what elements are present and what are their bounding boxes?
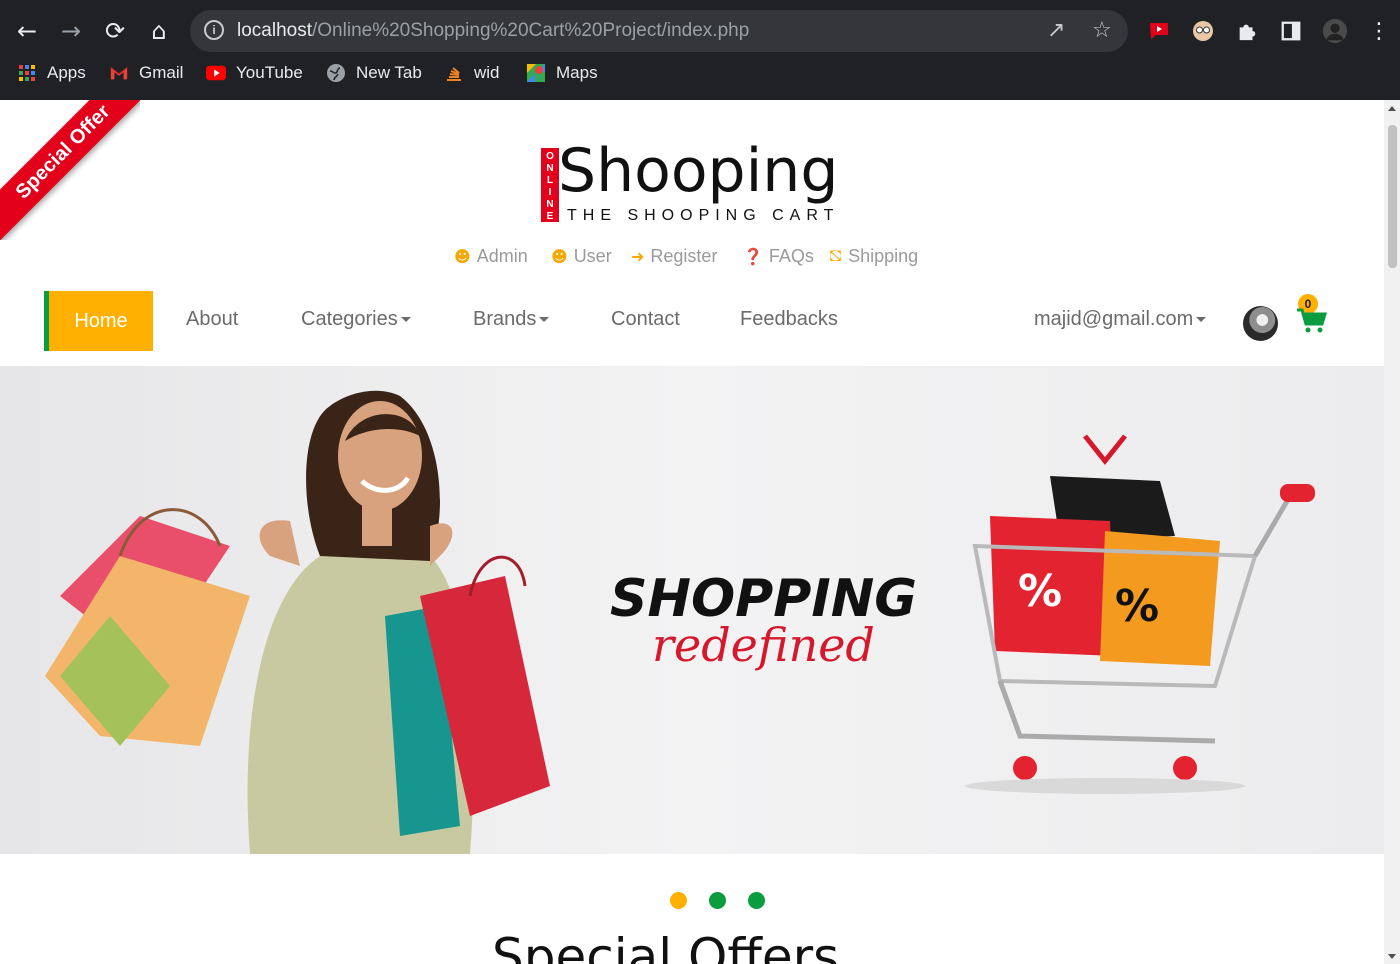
cart-button[interactable]: 0 [1296, 294, 1330, 334]
maps-icon [526, 63, 546, 83]
top-link-register[interactable]: ➜ Register [631, 246, 717, 267]
nav-home[interactable]: Home [44, 291, 153, 351]
extensions-puzzle-icon[interactable] [1234, 18, 1260, 44]
site-info-icon[interactable]: i [204, 20, 224, 40]
logo-title: Shooping [558, 136, 839, 206]
ribbon-label: Special Offer [0, 100, 140, 240]
bookmark-label: wid [474, 63, 500, 82]
carousel-dot-1[interactable] [670, 892, 687, 909]
account-dropdown[interactable]: majid@gmail.com [1034, 308, 1207, 331]
bookmark-maps[interactable]: Maps [526, 63, 598, 83]
web-page: Special Offer ONLINE Shooping THE SHOOPI… [0, 100, 1384, 964]
back-icon[interactable]: ← [10, 14, 44, 48]
top-link-user[interactable]: ☻ User [551, 246, 612, 267]
nav-categories[interactable]: Categories [301, 308, 411, 331]
share-icon[interactable]: ↗ [1047, 18, 1065, 43]
caret-down-icon [539, 317, 550, 323]
globe-icon [326, 63, 346, 83]
bookmark-label: Maps [556, 63, 598, 82]
user-icon: ☻ [454, 247, 471, 266]
nav-about[interactable]: About [186, 308, 238, 331]
extension-red-icon[interactable] [1146, 18, 1172, 44]
stack-icon [444, 63, 464, 83]
caret-down-icon [1196, 317, 1207, 323]
nav-feedbacks[interactable]: Feedbacks [740, 308, 838, 331]
address-bar[interactable]: i localhost/Online%20Shopping%20Cart%20P… [190, 10, 1128, 52]
special-offer-ribbon[interactable]: Special Offer [0, 100, 140, 240]
reload-icon[interactable]: ⟳ [98, 14, 132, 48]
bookmark-label: Apps [47, 63, 86, 82]
section-heading: Special Offers [492, 928, 840, 964]
nav-brands[interactable]: Brands [473, 308, 550, 331]
top-link-faqs[interactable]: ❓ FAQs [743, 246, 814, 267]
browser-chrome: ← → ⟳ ⌂ i localhost/Online%20Shopping%20… [0, 0, 1400, 100]
forward-icon[interactable]: → [54, 14, 88, 48]
carousel-indicators [670, 892, 770, 912]
scroll-down-icon[interactable] [1388, 954, 1396, 959]
bookmarks-bar: Apps Gmail YouTube New Tab wid Maps [0, 60, 1400, 90]
bookmark-label: New Tab [356, 63, 422, 82]
caret-down-icon [400, 317, 411, 323]
gmail-icon [109, 63, 129, 83]
carousel-dot-2[interactable] [709, 892, 726, 909]
scrollbar-thumb[interactable] [1388, 125, 1397, 268]
hero-banner-image: SHOPPING redefined % % [0, 366, 1384, 854]
svg-text:%: % [1115, 581, 1159, 632]
profile-avatar-icon[interactable] [1322, 18, 1348, 44]
main-navbar: Home About Categories Brands Contact Fee… [0, 290, 1384, 352]
bookmark-label: YouTube [236, 63, 303, 82]
star-icon[interactable]: ☆ [1092, 18, 1112, 43]
svg-text:%: % [1018, 566, 1062, 617]
bookmark-new-tab[interactable]: New Tab [326, 63, 422, 83]
hero-banner[interactable]: SHOPPING redefined % % [0, 366, 1384, 854]
logo-tagline: THE SHOOPING CART [567, 207, 840, 224]
top-link-shipping[interactable]: ⛞ Shipping [829, 246, 918, 267]
truck-icon: ⛞ [829, 246, 843, 265]
bookmark-gmail[interactable]: Gmail [109, 63, 183, 83]
url-text: localhost/Online%20Shopping%20Cart%20Pro… [237, 20, 750, 41]
bookmark-youtube[interactable]: YouTube [206, 63, 303, 83]
bookmark-wid[interactable]: wid [444, 63, 500, 83]
page-scrollbar[interactable] [1384, 100, 1400, 964]
apps-grid-icon [17, 63, 37, 83]
youtube-icon [206, 63, 226, 83]
menu-kebab-icon[interactable]: ⋮ [1366, 18, 1392, 44]
logo-online-bar: ONLINE [541, 148, 559, 222]
user-icon: ☻ [551, 247, 568, 266]
question-circle-icon: ❓ [743, 247, 763, 266]
site-logo[interactable]: ONLINE Shooping THE SHOOPING CART [541, 136, 841, 226]
bookmark-label: Gmail [139, 63, 184, 82]
home-icon[interactable]: ⌂ [142, 14, 176, 48]
user-avatar[interactable] [1243, 306, 1278, 341]
browser-toolbar: ← → ⟳ ⌂ i localhost/Online%20Shopping%20… [0, 8, 1400, 54]
top-links: ☻ Admin ☻ User ➜ Register ❓ FAQs ⛞ Shipping [0, 246, 1384, 272]
top-link-admin[interactable]: ☻ Admin [454, 246, 528, 267]
carousel-dot-3[interactable] [748, 892, 765, 909]
extension-face-icon[interactable] [1190, 18, 1216, 44]
arrow-right-icon: ➜ [631, 247, 645, 266]
bookmark-apps[interactable]: Apps [17, 63, 86, 83]
cart-icon [1297, 308, 1328, 333]
scroll-up-icon[interactable] [1388, 106, 1396, 111]
side-panel-icon[interactable] [1278, 18, 1304, 44]
nav-contact[interactable]: Contact [611, 308, 680, 331]
banner-script: redefined [652, 618, 875, 672]
